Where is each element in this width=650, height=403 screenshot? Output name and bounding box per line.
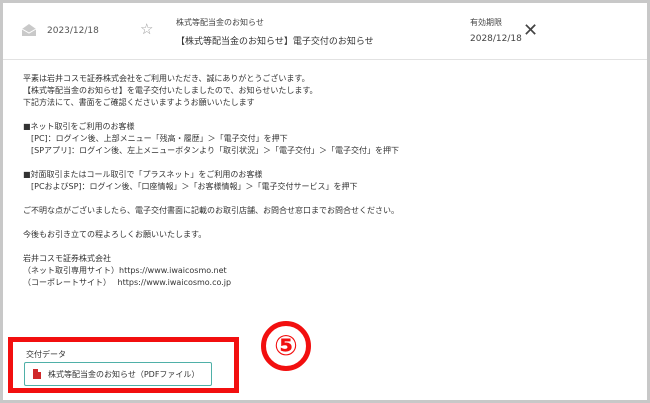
close-icon[interactable]: ✕ xyxy=(523,22,538,40)
message-body: 平素は岩井コスモ証券株式会社をご利用いただき、誠にありがとうございます。 【株式等… xyxy=(23,73,623,289)
pdf-download-label: 株式等配当金のお知らせ（PDFファイル） xyxy=(48,370,200,379)
body-line: ご不明な点がございましたら、電子交付書面に記載のお取引店舗、お問合せ窓口までお問… xyxy=(23,206,399,215)
body-line: 【株式等配当金のお知らせ】を電子交付いたしましたので、お知らせいたします。 xyxy=(23,86,318,95)
body-line: 平素は岩井コスモ証券株式会社をご利用いただき、誠にありがとうございます。 xyxy=(23,74,310,83)
body-line: [PC]：ログイン後、上部メニュー「残高・履歴」＞「電子交付」を押下 xyxy=(23,134,288,143)
star-icon[interactable]: ☆ xyxy=(140,22,153,37)
pdf-download-button[interactable]: 株式等配当金のお知らせ（PDFファイル） xyxy=(24,362,212,386)
message-subject: 【株式等配当金のお知らせ】電子交付のお知らせ xyxy=(176,37,374,47)
body-line: （コーポレートサイト） https://www.iwaicosmo.co.jp xyxy=(23,278,232,287)
expiry-date: 2028/12/18 xyxy=(470,34,522,44)
pdf-file-icon xyxy=(33,369,41,379)
body-line: 今後もお引き立ての程よろしくお願いいたします。 xyxy=(23,230,207,239)
body-line: ■対面取引またはコール取引で「プラスネット」をご利用のお客様 xyxy=(23,170,263,179)
expiry-label: 有効期限 xyxy=(470,18,502,27)
body-line: [PCおよびSP]：ログイン後、「口座情報」＞「お客様情報」＞「電子交付サービス… xyxy=(23,182,358,191)
message-date: 2023/12/18 xyxy=(47,26,99,36)
message-panel: 2023/12/18 ☆ 株式等配当金のお知らせ 【株式等配当金のお知らせ】電子… xyxy=(0,0,650,403)
step-number-badge: ⑤ xyxy=(261,321,311,371)
body-line: 岩井コスモ証券株式会社 xyxy=(23,254,111,263)
message-header: 2023/12/18 ☆ 株式等配当金のお知らせ 【株式等配当金のお知らせ】電子… xyxy=(3,3,647,60)
attachment-label: 交付データ xyxy=(26,350,66,359)
body-line: 下記方法にて、書面をご確認くださいますようお願いいたします xyxy=(23,98,255,107)
body-line: （ネット取引専用サイト）https://www.iwaicosmo.net xyxy=(23,266,227,275)
envelope-open-icon xyxy=(21,24,37,36)
body-line: ■ネット取引をご利用のお客様 xyxy=(23,122,135,131)
message-category: 株式等配当金のお知らせ xyxy=(176,18,264,27)
body-line: [SPアプリ]：ログイン後、左上メニューボタンより「取引状況」＞「電子交付」＞「… xyxy=(23,146,399,155)
